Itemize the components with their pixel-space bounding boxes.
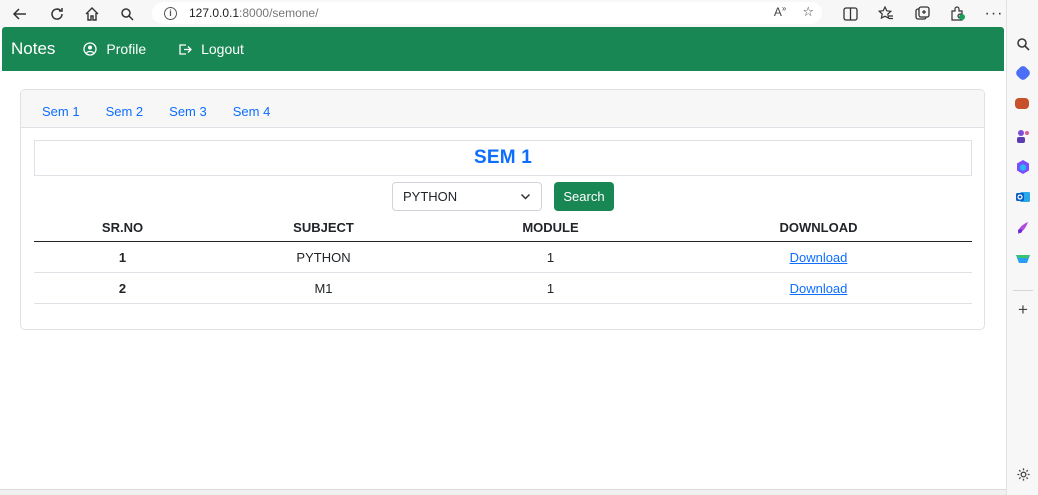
header-download: DOWNLOAD — [779, 220, 858, 235]
collections-icon[interactable] — [904, 0, 940, 27]
site-info-icon[interactable]: i — [164, 6, 177, 20]
semester-card: Sem 1 Sem 2 Sem 3 Sem 4 SEM 1 PYTHON Sea… — [20, 89, 985, 330]
chevron-down-icon — [520, 193, 531, 200]
subject-select[interactable]: PYTHON — [392, 182, 542, 211]
outlook-icon[interactable] — [1015, 189, 1031, 205]
logout-icon — [179, 43, 193, 55]
page-title: SEM 1 — [473, 147, 533, 168]
games-icon[interactable] — [1015, 128, 1031, 144]
favorites-icon[interactable] — [868, 0, 904, 27]
refresh-icon[interactable] — [40, 0, 74, 27]
address-bar[interactable]: i 127.0.0.1:8000/semone/ A» ☆ — [152, 2, 822, 24]
tab-sem-1[interactable]: Sem 1 — [29, 104, 93, 127]
browser-toolbar: i 127.0.0.1:8000/semone/ A» ☆ ··· — [0, 0, 1038, 27]
cell-download: Download — [665, 250, 972, 265]
download-link[interactable]: Download — [790, 250, 848, 265]
sidebar-search-icon[interactable] — [1015, 36, 1031, 52]
window-bottom-edge — [0, 489, 1006, 495]
semester-tabs: Sem 1 Sem 2 Sem 3 Sem 4 — [21, 90, 984, 128]
page-title-box: SEM 1 — [34, 140, 972, 176]
profile-label: Profile — [106, 41, 147, 57]
logout-label: Logout — [201, 41, 244, 57]
brand-link[interactable]: Notes — [11, 39, 55, 59]
profile-icon — [83, 42, 98, 56]
profile-link[interactable]: Profile — [83, 41, 146, 57]
read-aloud-icon[interactable]: A» — [774, 4, 786, 20]
sidebar-divider — [1013, 290, 1033, 291]
download-link[interactable]: Download — [790, 281, 848, 296]
cell-module: 1 — [546, 249, 555, 265]
home-icon[interactable] — [75, 0, 109, 27]
search-icon[interactable] — [110, 0, 144, 27]
header-subject: SUBJECT — [293, 220, 354, 235]
table-row: 1 PYTHON 1 Download — [34, 242, 972, 273]
notes-table: SR.NO SUBJECT MODULE DOWNLOAD 1 PYTHON 1… — [34, 214, 972, 304]
tab-sem-3[interactable]: Sem 3 — [156, 104, 220, 127]
designer-icon[interactable] — [1015, 220, 1031, 236]
cell-module: 1 — [546, 280, 555, 296]
cell-download: Download — [665, 281, 972, 296]
back-icon[interactable] — [3, 0, 37, 27]
page-viewport: Notes Profile Logout Sem 1 Sem 2 Sem 3 S… — [0, 27, 1006, 490]
settings-icon[interactable] — [1015, 466, 1031, 482]
logout-link[interactable]: Logout — [178, 41, 244, 57]
split-screen-icon[interactable] — [832, 0, 868, 27]
url-host: 127.0.0.1 — [189, 6, 240, 20]
edge-sidebar: + — [1006, 0, 1038, 495]
table-header: SR.NO SUBJECT MODULE DOWNLOAD — [34, 214, 972, 242]
favorite-star-icon[interactable]: ☆ — [802, 4, 814, 20]
tools-icon[interactable] — [1015, 98, 1029, 109]
cell-subject: M1 — [314, 280, 333, 296]
drop-icon[interactable] — [1015, 251, 1031, 267]
cell-sr-no: 1 — [118, 249, 127, 265]
shopping-icon[interactable] — [1014, 64, 1032, 82]
tab-sem-4[interactable]: Sem 4 — [220, 104, 284, 127]
subject-select-value: PYTHON — [403, 189, 458, 204]
extensions-icon[interactable] — [940, 0, 976, 27]
search-button[interactable]: Search — [554, 182, 614, 211]
cell-subject: PYTHON — [296, 249, 351, 265]
add-icon[interactable]: + — [1015, 300, 1031, 319]
cell-sr-no: 2 — [118, 280, 127, 296]
header-sr-no: SR.NO — [101, 220, 144, 235]
table-row: 2 M1 1 Download — [34, 273, 972, 304]
tab-sem-2[interactable]: Sem 2 — [93, 104, 157, 127]
microsoft-365-icon[interactable] — [1015, 159, 1031, 175]
header-module: MODULE — [522, 220, 579, 235]
app-navbar: Notes Profile Logout — [2, 27, 1004, 71]
url-path: :8000/semone/ — [239, 6, 319, 20]
